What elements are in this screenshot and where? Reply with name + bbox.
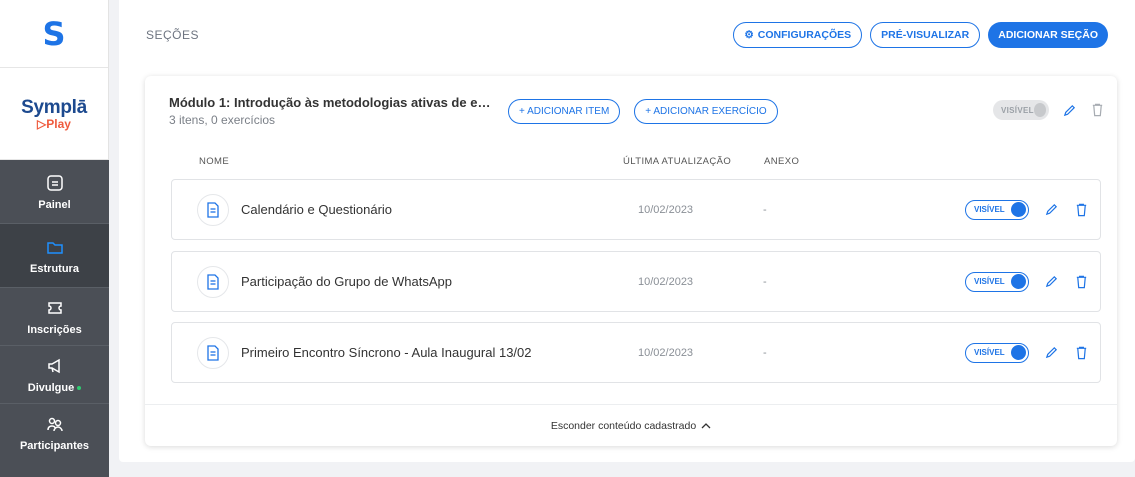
document-icon bbox=[197, 336, 229, 369]
sidebar-nav: Painel Estrutura Inscrições Divulgue Par… bbox=[0, 160, 109, 477]
toggle-knob bbox=[1011, 345, 1026, 360]
column-updated: ÚLTIMA ATUALIZAÇÃO bbox=[623, 155, 732, 167]
brand-sub: ▷Play bbox=[37, 117, 71, 131]
item-name: Calendário e Questionário bbox=[241, 202, 393, 217]
module-subtitle: 3 itens, 0 exercícios bbox=[169, 113, 276, 127]
visibility-label: VISÍVEL bbox=[974, 277, 1005, 286]
visibility-label: VISÍVEL bbox=[974, 348, 1005, 357]
preview-button[interactable]: PRÉ-VISUALIZAR bbox=[870, 22, 981, 48]
visibility-toggle[interactable]: VISÍVEL bbox=[965, 342, 1029, 363]
document-icon bbox=[45, 173, 65, 193]
status-dot bbox=[77, 385, 82, 390]
module-card: Módulo 1: Introdução às metodologias ati… bbox=[145, 76, 1117, 446]
edit-icon[interactable] bbox=[1043, 202, 1059, 218]
header-actions: ⚙ CONFIGURAÇÕES PRÉ-VISUALIZAR ADICIONAR… bbox=[733, 22, 1108, 48]
table-header: NOME ÚLTIMA ATUALIZAÇÃO ANEXO bbox=[145, 148, 1117, 174]
sidebar-item-label: Estrutura bbox=[30, 262, 79, 275]
brand-sub-label: Play bbox=[46, 116, 71, 131]
item-attachment: - bbox=[763, 346, 767, 359]
sidebar-item-estrutura[interactable]: Estrutura bbox=[0, 224, 109, 288]
document-icon bbox=[197, 193, 229, 226]
item-name: Primeiro Encontro Síncrono - Aula Inaugu… bbox=[241, 345, 532, 360]
edit-icon[interactable] bbox=[1061, 102, 1077, 118]
brand-logo: Symplā ▷Play bbox=[0, 68, 108, 160]
trash-icon[interactable] bbox=[1089, 102, 1105, 118]
module-header: Módulo 1: Introdução às metodologias ati… bbox=[145, 76, 1117, 146]
divulgue-label: Divulgue bbox=[27, 381, 75, 394]
item-date: 10/02/2023 bbox=[638, 346, 694, 359]
main-content: SEÇÕES ⚙ CONFIGURAÇÕES PRÉ-VISUALIZAR AD… bbox=[119, 0, 1135, 462]
hide-content-label: Esconder conteúdo cadastrado bbox=[550, 419, 697, 432]
visibility-toggle[interactable]: VISÍVEL bbox=[965, 271, 1029, 292]
play-icon: ▷ bbox=[37, 116, 47, 131]
sidebar-item-label: Inscrições bbox=[27, 323, 82, 336]
row-actions: VISÍVEL bbox=[965, 342, 1089, 363]
add-item-button[interactable]: + ADICIONAR ITEM bbox=[508, 98, 621, 124]
table-row[interactable]: Primeiro Encontro Síncrono - Aula Inaugu… bbox=[171, 322, 1101, 383]
table-row[interactable]: Participação do Grupo de WhatsApp 10/02/… bbox=[171, 251, 1101, 312]
module-actions: VISÍVEL bbox=[993, 100, 1105, 120]
visibility-toggle[interactable]: VISÍVEL bbox=[965, 199, 1029, 220]
item-attachment: - bbox=[763, 203, 767, 216]
megaphone-icon bbox=[45, 356, 65, 376]
sidebar-item-inscricoes[interactable]: Inscrições bbox=[0, 288, 109, 346]
folder-icon bbox=[45, 237, 65, 257]
sidebar-item-label: Painel bbox=[38, 198, 71, 211]
module-title-group: Módulo 1: Introdução às metodologias ati… bbox=[169, 95, 494, 127]
item-name: Participação do Grupo de WhatsApp bbox=[241, 274, 453, 289]
visibility-label: VISÍVEL bbox=[974, 205, 1005, 214]
toggle-knob bbox=[1033, 103, 1046, 117]
toggle-knob bbox=[1011, 274, 1026, 289]
item-date: 10/02/2023 bbox=[638, 203, 694, 216]
visibility-label: VISÍVEL bbox=[1001, 105, 1034, 115]
sidebar-item-label: Divulgue bbox=[27, 381, 82, 394]
add-exercise-button[interactable]: + ADICIONAR EXERCÍCIO bbox=[634, 98, 778, 124]
sidebar-item-participantes[interactable]: Participantes bbox=[0, 404, 109, 462]
module-visibility-toggle[interactable]: VISÍVEL bbox=[993, 100, 1049, 120]
page-header: SEÇÕES ⚙ CONFIGURAÇÕES PRÉ-VISUALIZAR AD… bbox=[119, 0, 1135, 70]
page-title: SEÇÕES bbox=[146, 28, 200, 42]
edit-icon[interactable] bbox=[1043, 345, 1059, 361]
trash-icon[interactable] bbox=[1073, 202, 1089, 218]
gear-icon: ⚙ bbox=[744, 29, 754, 41]
row-actions: VISÍVEL bbox=[965, 199, 1089, 220]
sidebar: S Symplā ▷Play Painel Estrutura Inscriçõ… bbox=[0, 0, 109, 477]
sidebar-item-painel[interactable]: Painel bbox=[0, 160, 109, 224]
users-icon bbox=[45, 414, 65, 434]
hide-content-toggle[interactable]: Esconder conteúdo cadastrado bbox=[145, 404, 1117, 446]
item-date: 10/02/2023 bbox=[638, 275, 694, 288]
chevron-up-icon bbox=[701, 420, 711, 432]
item-attachment: - bbox=[763, 275, 767, 288]
ticket-icon bbox=[45, 298, 65, 318]
add-section-button[interactable]: ADICIONAR SEÇÃO bbox=[988, 22, 1108, 48]
toggle-knob bbox=[1011, 202, 1026, 217]
row-actions: VISÍVEL bbox=[965, 271, 1089, 292]
settings-label: CONFIGURAÇÕES bbox=[757, 29, 852, 41]
sidebar-item-label: Participantes bbox=[19, 440, 90, 452]
module-title[interactable]: Módulo 1: Introdução às metodologias ati… bbox=[169, 95, 494, 110]
sympla-logo[interactable]: S bbox=[42, 18, 65, 50]
edit-icon[interactable] bbox=[1043, 274, 1059, 290]
table-row[interactable]: Calendário e Questionário 10/02/2023 - V… bbox=[171, 179, 1101, 240]
trash-icon[interactable] bbox=[1073, 345, 1089, 361]
settings-button[interactable]: ⚙ CONFIGURAÇÕES bbox=[733, 22, 863, 48]
trash-icon[interactable] bbox=[1073, 274, 1089, 290]
brand-name: Symplā bbox=[21, 96, 87, 118]
sidebar-item-divulgue[interactable]: Divulgue bbox=[0, 346, 109, 404]
document-icon bbox=[197, 265, 229, 298]
logo-area: S bbox=[0, 0, 108, 68]
column-attachment: ANEXO bbox=[764, 155, 800, 167]
column-name: NOME bbox=[199, 155, 230, 167]
